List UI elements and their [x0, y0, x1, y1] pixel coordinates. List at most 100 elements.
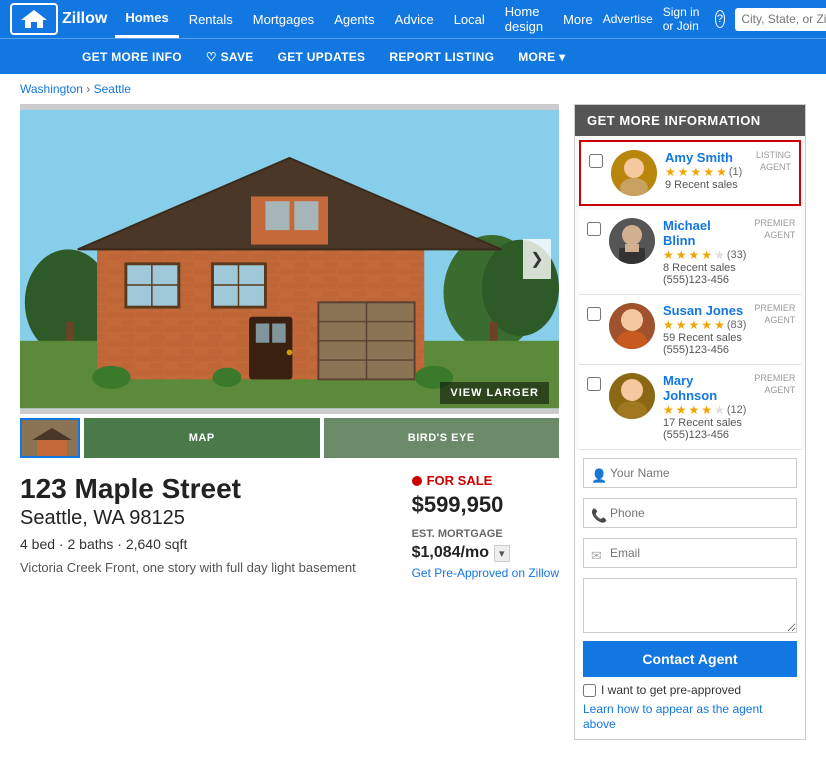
- agent-info-michael: Michael Blinn ★★★★★ (33) 8 Recent sales …: [663, 218, 746, 286]
- breadcrumb: Washington › Seattle: [0, 74, 826, 104]
- agent-sales-amy: 9 Recent sales: [665, 179, 748, 191]
- agent-name-susan[interactable]: Susan Jones: [663, 303, 746, 318]
- phone-input-wrap: 📞: [583, 498, 797, 533]
- agent-stars-michael: ★★★★★ (33): [663, 248, 746, 262]
- agent-badge-susan: PREMIERAGENT: [754, 303, 795, 326]
- agent-stars-susan: ★★★★★ (83): [663, 318, 746, 332]
- thumbnail-1[interactable]: [20, 418, 80, 458]
- agent-item-mary: Mary Johnson ★★★★★ (12) 17 Recent sales …: [579, 365, 801, 450]
- preapproved-label[interactable]: I want to get pre-approved: [601, 683, 741, 697]
- property-image-wrap: VIEW LARGER ❯: [20, 104, 559, 414]
- search-input[interactable]: [741, 12, 826, 26]
- name-input-wrap: 👤: [583, 458, 797, 493]
- thumbnail-row: MAP BIRD'S EYE: [20, 418, 559, 458]
- michael-avatar-img: [609, 218, 655, 264]
- property-city: Seattle, WA 98125: [20, 507, 356, 530]
- preapproved-row: I want to get pre-approved: [583, 683, 797, 697]
- property-image: [20, 104, 559, 414]
- nav-rentals[interactable]: Rentals: [179, 0, 243, 38]
- zillow-logo-icon: [19, 8, 49, 30]
- phone-icon: 📞: [591, 508, 607, 524]
- mortgage-row: $1,084/mo ▾: [412, 544, 559, 562]
- preapproved-checkbox[interactable]: [583, 684, 596, 697]
- agent-review-count-susan: (83): [727, 319, 747, 331]
- nav-local[interactable]: Local: [444, 0, 495, 38]
- view-larger-btn[interactable]: VIEW LARGER: [440, 382, 549, 404]
- agent-sales-mary: 17 Recent sales: [663, 417, 746, 429]
- agent-sales-michael: 8 Recent sales: [663, 262, 746, 274]
- email-input[interactable]: [583, 538, 797, 568]
- zillow-logo[interactable]: Zillow: [10, 3, 107, 35]
- agent-checkbox-mary[interactable]: [587, 377, 601, 391]
- agent-checkbox-michael[interactable]: [587, 222, 601, 236]
- agent-avatar-mary: [609, 373, 655, 419]
- agent-item-susan: Susan Jones ★★★★★ (83) 59 Recent sales (…: [579, 295, 801, 365]
- agent-name-mary[interactable]: Mary Johnson: [663, 373, 746, 403]
- contact-form: 👤 📞 ✉ Contact Agent I want to get pre-ap…: [575, 450, 805, 739]
- breadcrumb-washington[interactable]: Washington: [20, 82, 83, 96]
- save-btn[interactable]: ♡ SAVE: [194, 39, 266, 75]
- agent-info-mary: Mary Johnson ★★★★★ (12) 17 Recent sales …: [663, 373, 746, 441]
- agent-sales-susan: 59 Recent sales: [663, 332, 746, 344]
- star-3: ★: [691, 165, 702, 179]
- agent-avatar-michael: [609, 218, 655, 264]
- name-input[interactable]: [583, 458, 797, 488]
- agent-badge-mary: PREMIERAGENT: [754, 373, 795, 396]
- get-more-info-btn[interactable]: GET MORE INFO: [70, 39, 194, 75]
- next-arrow[interactable]: ❯: [523, 239, 551, 279]
- advertise-link[interactable]: Advertise: [603, 12, 653, 26]
- agent-badge-amy: LISTINGAGENT: [756, 150, 791, 173]
- contact-agent-btn[interactable]: Contact Agent: [583, 641, 797, 677]
- agent-review-count-mary: (12): [727, 404, 747, 416]
- email-input-wrap: ✉: [583, 538, 797, 573]
- nav-homes[interactable]: Homes: [115, 0, 178, 38]
- left-column: VIEW LARGER ❯ MAP BIRD'S EYE 123 Maple S…: [20, 104, 559, 740]
- get-preapproved-link[interactable]: Get Pre-Approved on Zillow: [412, 566, 559, 580]
- get-updates-btn[interactable]: GET UPDATES: [266, 39, 378, 75]
- agent-info-amy: Amy Smith ★★★★★ (1) 9 Recent sales: [665, 150, 748, 191]
- property-details-row: 123 Maple Street Seattle, WA 98125 4 bed…: [20, 473, 559, 580]
- breadcrumb-seattle[interactable]: Seattle: [94, 82, 131, 96]
- agent-stars-amy: ★★★★★ (1): [665, 165, 748, 179]
- nav-home-design[interactable]: Home design: [495, 0, 553, 38]
- red-dot: [412, 476, 422, 486]
- email-icon: ✉: [591, 548, 602, 564]
- agent-name-amy[interactable]: Amy Smith: [665, 150, 748, 165]
- help-icon[interactable]: ?: [715, 10, 726, 28]
- birds-eye-btn[interactable]: BIRD'S EYE: [324, 418, 560, 458]
- map-btn[interactable]: MAP: [84, 418, 320, 458]
- main-content: VIEW LARGER ❯ MAP BIRD'S EYE 123 Maple S…: [0, 104, 826, 760]
- agent-name-michael[interactable]: Michael Blinn: [663, 218, 746, 248]
- for-sale-badge: FOR SALE: [412, 473, 559, 488]
- more-btn[interactable]: MORE ▾: [506, 39, 577, 75]
- property-description: Victoria Creek Front, one story with ful…: [20, 560, 356, 575]
- est-mortgage-label: EST. MORTGAGE: [412, 528, 559, 540]
- report-listing-btn[interactable]: REPORT LISTING: [377, 39, 506, 75]
- nav-agents[interactable]: Agents: [324, 0, 384, 38]
- agent-review-count-amy: (1): [729, 166, 742, 178]
- agent-item-amy: Amy Smith ★★★★★ (1) 9 Recent sales LISTI…: [579, 140, 801, 206]
- agent-checkbox-susan[interactable]: [587, 307, 601, 321]
- agent-avatar-amy: [611, 150, 657, 196]
- info-panel-header: GET MORE INFORMATION: [575, 105, 805, 136]
- star-4: ★: [703, 165, 714, 179]
- phone-input[interactable]: [583, 498, 797, 528]
- message-textarea[interactable]: [583, 578, 797, 633]
- sign-in-link[interactable]: Sign in or Join: [663, 5, 705, 33]
- info-panel: GET MORE INFORMATION Amy Smith ★★★★★ (1): [574, 104, 806, 740]
- sub-nav: GET MORE INFO ♡ SAVE GET UPDATES REPORT …: [0, 38, 826, 74]
- breadcrumb-separator: ›: [86, 82, 93, 96]
- learn-link[interactable]: Learn how to appear as the agent above: [583, 702, 762, 731]
- agent-info-susan: Susan Jones ★★★★★ (83) 59 Recent sales (…: [663, 303, 746, 356]
- nav-mortgages[interactable]: Mortgages: [243, 0, 324, 38]
- search-box: 🔍: [735, 8, 826, 31]
- agent-review-count-michael: (33): [727, 249, 747, 261]
- nav-more[interactable]: More: [553, 0, 603, 38]
- mortgage-icon[interactable]: ▾: [494, 545, 510, 562]
- agent-checkbox-amy[interactable]: [589, 154, 603, 168]
- star-1: ★: [665, 165, 676, 179]
- nav-advice[interactable]: Advice: [385, 0, 444, 38]
- agent-stars-mary: ★★★★★ (12): [663, 403, 746, 417]
- agent-phone-susan: (555)123-456: [663, 344, 746, 356]
- mortgage-value: $1,084/mo: [412, 544, 489, 562]
